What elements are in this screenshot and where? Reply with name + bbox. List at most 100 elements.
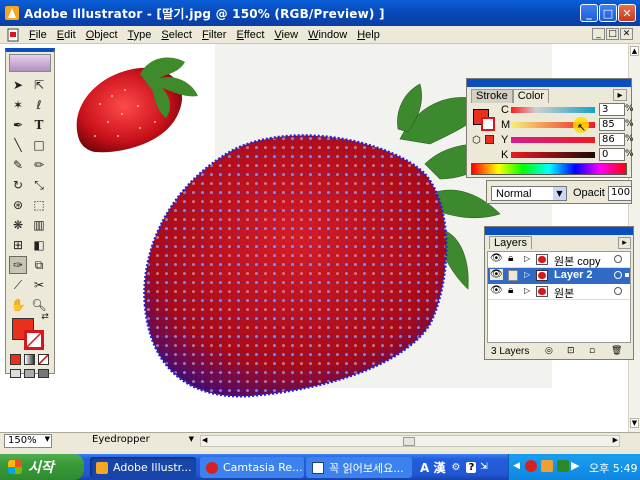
- language-bar-arrow-icon[interactable]: ⇲: [480, 462, 488, 472]
- horizontal-scrollbar[interactable]: ◀ ▶: [200, 435, 620, 447]
- visibility-eye-icon[interactable]: 👁︎: [490, 285, 503, 296]
- blend-mode-select[interactable]: Normal ▼: [491, 186, 567, 201]
- rectangle-tool-icon[interactable]: □: [30, 136, 48, 154]
- pen-tool-icon[interactable]: ✒: [9, 116, 27, 134]
- screen-mode-full-menu-button[interactable]: [24, 369, 35, 378]
- ime-tools-icon[interactable]: ⚙: [451, 462, 460, 473]
- panel-menu-arrow-icon[interactable]: ▸: [613, 89, 627, 101]
- selection-tool-icon[interactable]: ➤: [9, 76, 27, 94]
- channel-c-slider[interactable]: [511, 107, 595, 113]
- target-circle-icon[interactable]: [614, 271, 622, 279]
- visibility-eye-icon[interactable]: 👁︎: [490, 269, 503, 280]
- type-tool-icon[interactable]: T: [30, 116, 48, 134]
- lasso-tool-icon[interactable]: ℓ: [30, 96, 48, 114]
- menu-type[interactable]: Type: [123, 29, 157, 41]
- channel-y-input[interactable]: 86: [599, 133, 625, 146]
- taskbar-item-readme[interactable]: 꼭 읽어보세요...: [306, 457, 412, 478]
- layer-row[interactable]: 👁︎ 🔒︎ ▷ 원본: [488, 284, 630, 300]
- menu-effect[interactable]: Effect: [231, 29, 269, 41]
- visibility-eye-icon[interactable]: 👁︎: [490, 253, 503, 264]
- document-icon[interactable]: [6, 28, 20, 42]
- tab-color[interactable]: Color: [512, 89, 550, 103]
- lock-icon[interactable]: 🔒︎: [508, 253, 513, 264]
- scissors-tool-icon[interactable]: ✂: [30, 276, 48, 294]
- taskbar-item-illustrator[interactable]: Adobe Illustr...: [90, 457, 196, 478]
- scroll-right-arrow-icon[interactable]: ▶: [613, 436, 618, 444]
- clock[interactable]: 오후 5:49: [589, 460, 637, 476]
- layers-panel-titlebar[interactable]: [485, 227, 633, 235]
- gradient-tool-icon[interactable]: ◧: [30, 236, 48, 254]
- help-icon[interactable]: ?: [466, 461, 477, 473]
- gradient-mode-button[interactable]: [24, 354, 35, 365]
- symbol-sprayer-tool-icon[interactable]: ❋: [9, 216, 27, 234]
- maximize-button[interactable]: □: [599, 4, 617, 22]
- gamut-swatch[interactable]: [485, 135, 494, 144]
- warp-tool-icon[interactable]: ⊛: [9, 196, 27, 214]
- menu-file[interactable]: File: [24, 29, 52, 41]
- doc-close-button[interactable]: ✕: [620, 28, 633, 40]
- doc-minimize-button[interactable]: _: [592, 28, 605, 40]
- messenger-tray-icon[interactable]: [541, 460, 553, 472]
- horizontal-scroll-thumb[interactable]: [403, 437, 415, 446]
- scroll-left-arrow-icon[interactable]: ◀: [202, 436, 207, 444]
- status-tool-field[interactable]: Eyedropper ▼: [56, 434, 196, 448]
- layers-menu-arrow-icon[interactable]: ▸: [618, 237, 631, 249]
- taskbar-item-camtasia[interactable]: Camtasia Re...: [200, 457, 304, 478]
- magic-wand-tool-icon[interactable]: ✶: [9, 96, 27, 114]
- none-mode-button[interactable]: [38, 354, 49, 365]
- scroll-up-arrow-icon[interactable]: ▲: [630, 46, 639, 56]
- paintbrush-tool-icon[interactable]: ✎: [9, 156, 27, 174]
- stroke-swatch[interactable]: [24, 330, 44, 350]
- tab-stroke[interactable]: Stroke: [471, 89, 513, 103]
- expand-triangle-icon[interactable]: ▷: [524, 286, 530, 295]
- expand-triangle-icon[interactable]: ▷: [524, 254, 530, 263]
- zoom-field[interactable]: 150% ▼: [4, 434, 52, 448]
- dropdown-arrow-icon[interactable]: ▼: [553, 187, 566, 200]
- status-dropdown-icon[interactable]: ▼: [189, 435, 194, 443]
- screen-mode-full-button[interactable]: [38, 369, 49, 378]
- close-button[interactable]: ✕: [618, 4, 636, 22]
- slice-tool-icon[interactable]: ⟋: [9, 276, 27, 294]
- menu-help[interactable]: Help: [352, 29, 385, 41]
- mesh-tool-icon[interactable]: ⊞: [9, 236, 27, 254]
- target-circle-icon[interactable]: [614, 287, 622, 295]
- menu-select[interactable]: Select: [156, 29, 197, 41]
- color-mode-button[interactable]: [10, 354, 21, 365]
- channel-k-input[interactable]: 0: [599, 148, 625, 161]
- channel-c-input[interactable]: 3: [599, 103, 625, 116]
- tray-expand-icon[interactable]: ◀: [513, 461, 520, 471]
- menu-window[interactable]: Window: [303, 29, 352, 41]
- color-stroke-swatch[interactable]: [481, 117, 495, 131]
- lock-icon[interactable]: 🔒︎: [508, 285, 513, 296]
- color-panel-titlebar[interactable]: [467, 79, 631, 87]
- column-graph-tool-icon[interactable]: ▥: [30, 216, 48, 234]
- channel-m-input[interactable]: 85: [599, 118, 625, 131]
- camtasia-tray-icon[interactable]: [525, 460, 537, 472]
- channel-y-slider[interactable]: [511, 137, 595, 143]
- new-sublayer-icon[interactable]: ⊡: [567, 346, 575, 356]
- network-tray-icon[interactable]: [557, 460, 569, 472]
- zoom-dropdown-icon[interactable]: ▼: [45, 435, 50, 443]
- make-clipping-mask-icon[interactable]: ◎: [545, 346, 553, 356]
- color-spectrum-ramp[interactable]: [471, 163, 627, 175]
- start-button[interactable]: 시작: [0, 454, 84, 480]
- rotate-tool-icon[interactable]: ↻: [9, 176, 27, 194]
- channel-k-slider[interactable]: [511, 152, 595, 158]
- layer-row-selected[interactable]: 👁︎ ▷ Layer 2: [488, 268, 630, 284]
- minimize-button[interactable]: _: [580, 4, 598, 22]
- direct-selection-tool-icon[interactable]: ⇱: [30, 76, 48, 94]
- blend-tool-icon[interactable]: ⧉: [30, 256, 48, 274]
- layer-row[interactable]: 👁︎ 🔒︎ ▷ 원본 copy: [488, 252, 630, 268]
- screen-mode-normal-button[interactable]: [10, 369, 21, 378]
- target-circle-icon[interactable]: [614, 255, 622, 263]
- line-tool-icon[interactable]: ╲: [9, 136, 27, 154]
- opacity-input[interactable]: 100: [608, 186, 632, 201]
- lock-toggle[interactable]: [508, 270, 518, 281]
- ime-indicator[interactable]: A 漢: [420, 459, 445, 476]
- scale-tool-icon[interactable]: ⤡: [30, 176, 48, 194]
- trash-icon[interactable]: 🗑︎: [611, 346, 622, 356]
- expand-triangle-icon[interactable]: ▷: [524, 270, 530, 279]
- menu-object[interactable]: Object: [81, 29, 123, 41]
- tab-layers[interactable]: Layers: [489, 236, 533, 249]
- doc-restore-button[interactable]: □: [606, 28, 619, 40]
